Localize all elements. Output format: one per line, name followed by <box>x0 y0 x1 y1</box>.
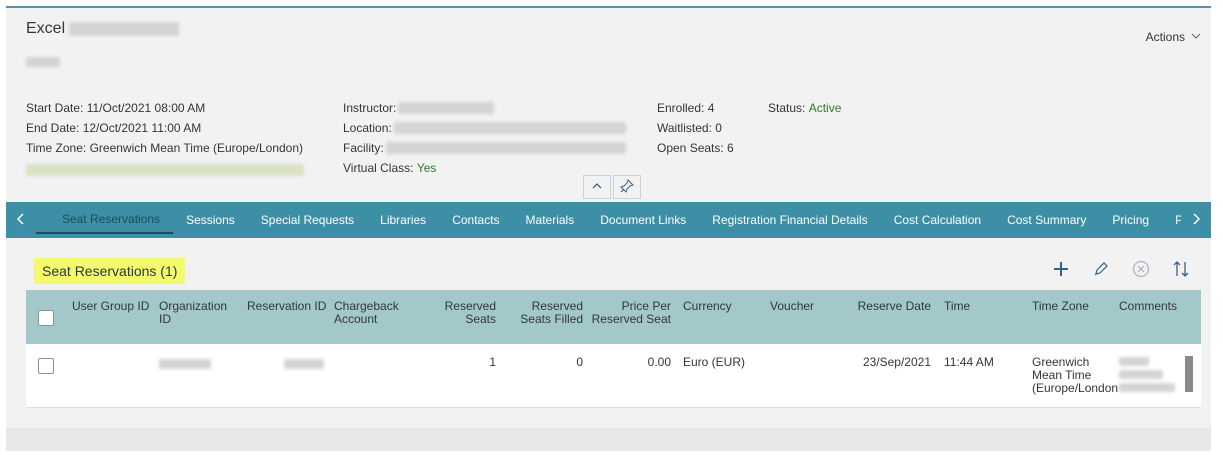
footer-bar <box>6 428 1211 451</box>
status-badge: Active <box>808 101 842 115</box>
tab-bar: Seat Reservations Sessions Special Reque… <box>6 202 1211 238</box>
col-chargeback-account[interactable]: Chargeback Account <box>334 300 399 326</box>
collapse-header-button[interactable] <box>583 175 611 199</box>
virtual-class-value: Yes <box>416 161 437 175</box>
actions-label: Actions <box>1145 30 1185 44</box>
cell-currency: Euro (EUR) <box>683 355 746 369</box>
chevron-down-icon <box>1191 30 1201 44</box>
status-column: Status: Active <box>768 98 841 118</box>
status-row: Status: Active <box>768 98 841 118</box>
seat-reservations-table: User Group ID Organization ID Reservation… <box>26 290 1201 408</box>
dates-column: Start Date: 11/Oct/2021 08:00 AM End Dat… <box>26 98 304 176</box>
col-currency[interactable]: Currency <box>683 300 732 313</box>
chevron-left-icon <box>16 212 26 228</box>
seat-reservations-panel: Seat Reservations (1) User Group ID Orga… <box>26 248 1201 412</box>
title-text: Excel <box>26 20 66 37</box>
redacted-reservation-id <box>284 358 324 372</box>
waitlisted-count: Waitlisted: 0 <box>657 121 722 135</box>
header-toggle-group <box>583 175 641 199</box>
tab-cost-summary[interactable]: Cost Summary <box>994 202 1099 238</box>
cell-reserve-date: 23/Sep/2021 <box>862 355 931 369</box>
actions-button[interactable]: Actions <box>1146 30 1201 44</box>
col-reservation-id[interactable]: Reservation ID <box>247 300 326 313</box>
redacted-organization-id <box>159 358 211 372</box>
start-date: Start Date: 11/Oct/2021 08:00 AM <box>26 101 206 115</box>
col-reserved-seats-filled[interactable]: Reserved Seats Filled <box>506 300 583 326</box>
redacted-title <box>69 22 180 36</box>
tab-scroll-right-button[interactable] <box>1181 212 1211 228</box>
tabs-list: Seat Reservations Sessions Special Reque… <box>36 202 1181 238</box>
pin-header-button[interactable] <box>613 175 641 199</box>
tab-pricing[interactable]: Pricing <box>1099 202 1162 238</box>
object-header: Excel Actions Start Date: 11/Oct/2021 08… <box>6 8 1211 199</box>
facility-row: Facility: <box>343 138 626 158</box>
redacted-comments <box>1119 356 1175 395</box>
instructor-column: Instructor: Location: Facility: Virtual … <box>343 98 626 178</box>
edit-button[interactable] <box>1089 258 1113 282</box>
cell-time-zone: Greenwich Mean Time (Europe/London <box>1032 355 1119 395</box>
cell-price: 0.00 <box>647 355 671 369</box>
col-voucher[interactable]: Voucher <box>770 300 814 313</box>
section-title: Seat Reservations (1) <box>34 258 186 284</box>
col-time-zone[interactable]: Time Zone <box>1032 300 1089 313</box>
row-checkbox[interactable] <box>38 358 54 374</box>
tab-document-links[interactable]: Document Links <box>587 202 699 238</box>
col-organization-id[interactable]: Organization ID <box>159 300 227 326</box>
page-container: Excel Actions Start Date: 11/Oct/2021 08… <box>6 6 1211 451</box>
add-button[interactable] <box>1049 258 1073 282</box>
sort-icon <box>1171 259 1191 282</box>
time-zone: Time Zone: Greenwich Mean Time (Europe/L… <box>26 141 304 155</box>
col-user-group-id[interactable]: User Group ID <box>72 300 149 313</box>
sort-button[interactable] <box>1169 258 1193 282</box>
tab-registration-financial-details[interactable]: Registration Financial Details <box>699 202 880 238</box>
col-price-per-seat[interactable]: Price Per Reserved Seat <box>586 300 671 326</box>
chevron-right-icon <box>1191 212 1201 228</box>
table-header: User Group ID Organization ID Reservation… <box>26 290 1201 344</box>
page-title: Excel <box>26 20 180 38</box>
cancel-circle-icon <box>1132 260 1150 281</box>
tab-sessions[interactable]: Sessions <box>173 202 248 238</box>
tab-materials[interactable]: Materials <box>513 202 588 238</box>
col-reserved-seats[interactable]: Reserved Seats <box>426 300 496 326</box>
table-row[interactable]: 1 0 0.00 Euro (EUR) 23/Sep/2021 11:44 AM… <box>26 344 1201 408</box>
vertical-scrollbar[interactable] <box>1185 356 1193 392</box>
enrollment-column: Enrolled: 4 Waitlisted: 0 Open Seats: 6 <box>657 98 734 158</box>
tab-contacts[interactable]: Contacts <box>439 202 512 238</box>
end-date: End Date: 12/Oct/2021 11:00 AM <box>26 121 202 135</box>
open-seats-count: Open Seats: 6 <box>657 141 734 155</box>
cell-seats-filled: 0 <box>576 355 583 369</box>
col-reserve-date[interactable]: Reserve Date <box>846 300 931 313</box>
instructor-row: Instructor: <box>343 98 626 118</box>
tab-cost-calculation[interactable]: Cost Calculation <box>881 202 994 238</box>
tab-purchasing[interactable]: Purchasing <box>1162 202 1181 238</box>
tab-scroll-left-button[interactable] <box>6 212 36 228</box>
tab-seat-reservations[interactable]: Seat Reservations <box>36 202 174 234</box>
redacted-subtitle <box>26 56 60 70</box>
enrolled-count: Enrolled: 4 <box>657 101 715 115</box>
col-time[interactable]: Time <box>944 300 970 313</box>
location-row: Location: <box>343 118 626 138</box>
pencil-icon <box>1093 261 1109 280</box>
tab-special-requests[interactable]: Special Requests <box>248 202 367 238</box>
pin-icon <box>620 178 634 196</box>
delete-button[interactable] <box>1129 258 1153 282</box>
chevron-up-icon <box>591 180 603 195</box>
plus-icon <box>1052 260 1070 281</box>
select-all-checkbox[interactable] <box>38 310 54 326</box>
redacted-line <box>26 158 304 176</box>
tab-libraries[interactable]: Libraries <box>367 202 439 238</box>
table-toolbar <box>1049 258 1193 282</box>
cell-reserved-seats: 1 <box>489 355 496 369</box>
col-comments[interactable]: Comments <box>1119 300 1177 313</box>
cell-time: 11:44 AM <box>944 355 994 369</box>
